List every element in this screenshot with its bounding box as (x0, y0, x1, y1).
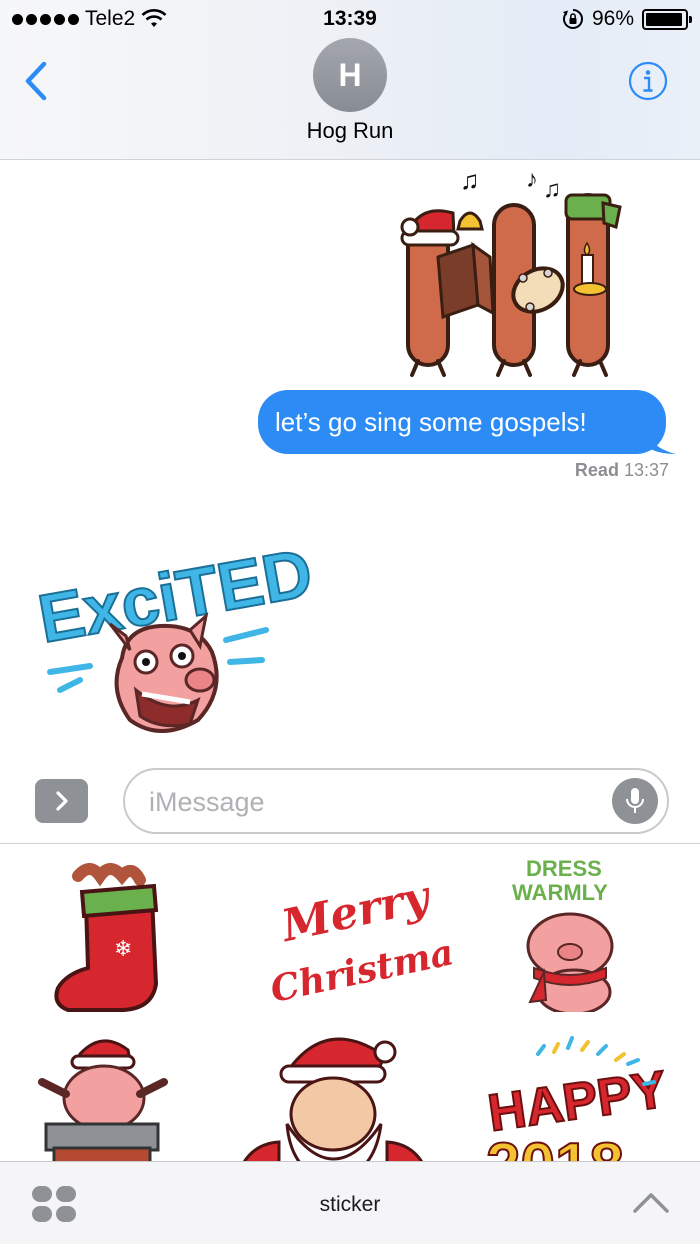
apps-button[interactable] (35, 779, 88, 823)
music-note-icon: ♫ (543, 176, 561, 203)
snowflake-icon: ❄ (114, 936, 132, 961)
app-drawer-bar: sticker (0, 1161, 700, 1244)
avatar[interactable]: H (313, 38, 387, 112)
dress-text: DRESS (526, 856, 602, 881)
battery-icon (642, 8, 692, 30)
dress-warmly-sticker[interactable]: DRESS WARMLY (494, 852, 684, 1012)
merry-christmas-sticker[interactable]: Merry Christmas (262, 856, 452, 1016)
read-label: Read (574, 460, 619, 480)
stocking-sticker[interactable]: ❄ (40, 854, 230, 1014)
message-input[interactable]: iMessage (123, 768, 669, 834)
excited-pig-sticker[interactable]: ExciTED! (30, 480, 310, 742)
chevron-up-icon[interactable] (631, 1189, 671, 1217)
battery-percent: 96% (591, 7, 634, 30)
battery-fill (646, 12, 683, 26)
music-note-icon: ♫ (460, 165, 480, 195)
info-icon[interactable] (628, 61, 668, 101)
outgoing-message-bubble[interactable]: let’s go sing some gospels! (258, 390, 666, 454)
outgoing-message-text: let’s go sing some gospels! (275, 406, 587, 437)
chevron-left-icon[interactable] (18, 58, 58, 104)
hi-sausages-sticker[interactable]: ♫ ♪ ♫ (398, 165, 630, 380)
nav-header: Tele2 13:39 96% H Hog Run (0, 0, 700, 160)
happy-2018-sticker[interactable]: HAPPY 2018 (478, 1024, 668, 1161)
message-input-placeholder: iMessage (149, 787, 265, 817)
rotation-lock-icon (562, 9, 583, 29)
read-receipt: Read 13:37 (575, 460, 669, 481)
chevron-right-icon (55, 791, 68, 811)
microphone-button[interactable] (612, 778, 658, 824)
status-right: 96% (562, 7, 692, 31)
pig-chimney-sticker[interactable] (32, 1024, 222, 1161)
warmly-text: WARMLY (512, 880, 608, 905)
year-text: 2018 (486, 1131, 624, 1161)
contact-name[interactable]: Hog Run (0, 118, 700, 144)
music-note-icon: ♪ (526, 166, 538, 193)
santa-sticker[interactable] (235, 1024, 425, 1161)
status-bar: Tele2 13:39 96% (0, 0, 700, 40)
sticker-drawer: ❄ Merry Christmas DRESS WARMLY HAPPY 201… (0, 843, 700, 1161)
read-time: 13:37 (623, 460, 669, 480)
app-drawer-title: sticker (319, 1193, 381, 1216)
bubble-tail (646, 428, 676, 454)
microphone-icon (626, 788, 644, 813)
